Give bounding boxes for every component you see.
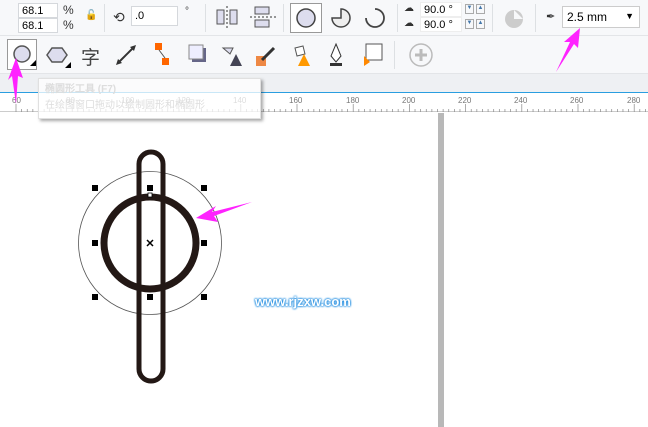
annotation-arrow-icon (556, 28, 580, 72)
node-handle[interactable] (147, 192, 153, 198)
drawing-layer (8, 28, 580, 384)
center-x-marker (146, 239, 154, 247)
tooltip-description: 在绘图窗口拖动以绘制圆形和椭圆形 (45, 100, 205, 111)
annotation-arrow-icon (8, 58, 23, 104)
tooltip: 椭圆形工具 (F7) 在绘图窗口拖动以绘制圆形和椭圆形 (38, 78, 261, 119)
tooltip-title: 椭圆形工具 (F7) (45, 84, 117, 95)
watermark: www.rjzxw.com (255, 294, 351, 309)
annotation-arrow-icon (196, 202, 252, 222)
